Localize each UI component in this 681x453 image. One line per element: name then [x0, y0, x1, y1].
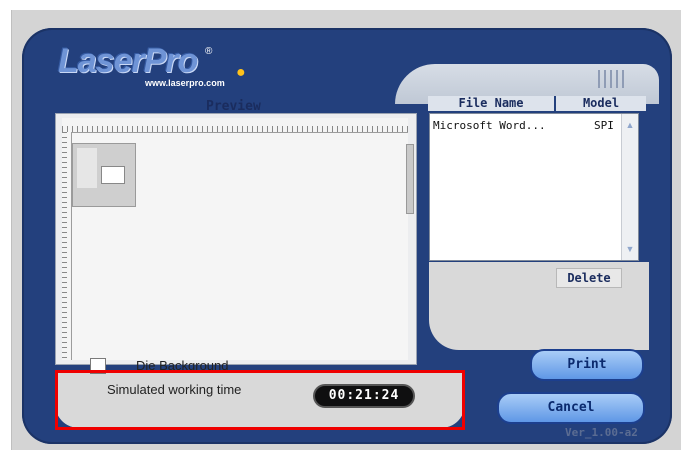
- highlight-box: [55, 370, 465, 430]
- cancel-button[interactable]: Cancel: [497, 392, 645, 424]
- logo-url: www.laserpro.com: [145, 78, 225, 88]
- file-list-header: File Name Model: [428, 96, 648, 111]
- thumbnail-sidebar: [77, 148, 97, 188]
- scroll-up-icon[interactable]: ▲: [623, 118, 637, 132]
- laserpro-logo: LaserPro: [58, 42, 198, 80]
- vertical-ruler: [62, 132, 72, 360]
- version-label: Ver_1.00-a2: [565, 426, 638, 439]
- window-grip-icon[interactable]: [598, 70, 632, 88]
- print-button[interactable]: Print: [530, 349, 644, 381]
- horizontal-ruler: [62, 118, 408, 133]
- scroll-down-icon[interactable]: ▼: [623, 242, 637, 256]
- file-list-row[interactable]: Microsoft Word... SPI: [430, 119, 620, 133]
- logo-dot-icon: ●: [236, 64, 246, 81]
- registered-mark: ®: [205, 46, 213, 57]
- model-column-header: Model: [556, 96, 646, 111]
- file-name-column-header: File Name: [428, 96, 556, 111]
- file-list-scrollbar[interactable]: ▲ ▼: [621, 114, 638, 260]
- delete-button[interactable]: Delete: [556, 268, 622, 288]
- file-name-cell: Microsoft Word...: [433, 119, 546, 132]
- file-model-cell: SPI: [594, 119, 614, 132]
- preview-scrollbar[interactable]: [406, 144, 414, 214]
- file-list: Microsoft Word... SPI ▲ ▼: [429, 113, 639, 261]
- thumbnail-box: [101, 166, 125, 184]
- page-thumbnail: [72, 143, 136, 207]
- preview-title: Preview: [206, 99, 261, 114]
